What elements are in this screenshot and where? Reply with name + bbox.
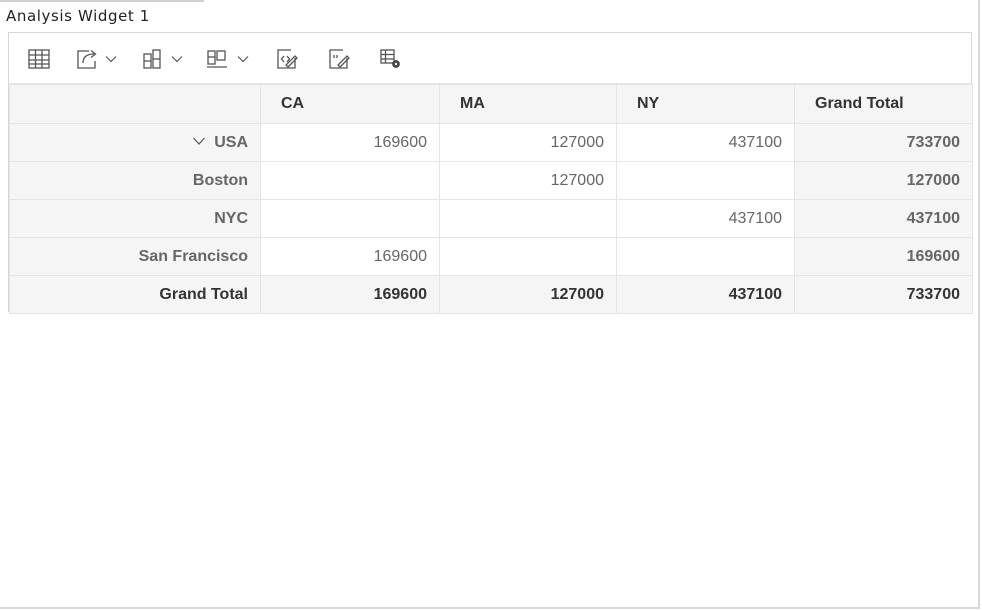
grand-total-row: Grand Total 169600 127000 437100 733700	[9, 275, 973, 314]
value-cell[interactable]	[616, 161, 795, 200]
value-cell[interactable]: 169600	[260, 123, 440, 162]
column-chart-button[interactable]	[141, 46, 183, 72]
row-header-usa[interactable]: USA	[9, 123, 261, 162]
field-list-button[interactable]	[379, 46, 403, 72]
pivot-grid: CA MA NY Grand Total USA 169600 127000 4…	[9, 84, 973, 314]
row-header[interactable]: San Francisco	[9, 237, 261, 276]
value-cell[interactable]: 169600	[260, 237, 440, 276]
bar-chart-icon	[205, 48, 229, 70]
column-header[interactable]: NY	[616, 84, 795, 124]
grand-total-cell[interactable]: 733700	[794, 275, 973, 314]
column-header[interactable]: CA	[260, 84, 440, 124]
value-cell[interactable]	[616, 237, 795, 276]
column-header-row: CA MA NY Grand Total	[9, 84, 973, 124]
row-total-cell[interactable]: 733700	[794, 123, 973, 162]
conditional-formatting-button[interactable]	[275, 46, 299, 72]
value-cell[interactable]	[260, 199, 440, 238]
pivot-table: CA MA NY Grand Total USA 169600 127000 4…	[8, 32, 973, 314]
row-header[interactable]: Boston	[9, 161, 261, 200]
top-accent	[0, 0, 204, 2]
value-cell[interactable]: 127000	[439, 161, 617, 200]
export-icon	[75, 48, 101, 70]
column-header[interactable]: MA	[439, 84, 617, 124]
column-header[interactable]: Grand Total	[794, 84, 973, 124]
export-button[interactable]	[75, 46, 117, 72]
grand-total-cell[interactable]: 127000	[439, 275, 617, 314]
table-row: Boston 127000 127000	[9, 161, 973, 200]
field-list-icon	[379, 48, 403, 70]
corner-cell	[9, 84, 261, 124]
widget-title: Analysis Widget 1	[6, 7, 150, 25]
row-total-cell[interactable]: 127000	[794, 161, 973, 200]
formatting-icon	[275, 48, 299, 70]
table-row: San Francisco 169600 169600	[9, 237, 973, 276]
value-cell[interactable]	[439, 199, 617, 238]
grand-total-cell[interactable]: 169600	[260, 275, 440, 314]
value-cell[interactable]	[260, 161, 440, 200]
grid-view-button[interactable]	[27, 46, 51, 72]
row-header[interactable]: NYC	[9, 199, 261, 238]
value-cell[interactable]: 127000	[439, 123, 617, 162]
chevron-down-icon	[105, 55, 117, 63]
number-format-button[interactable]	[327, 46, 351, 72]
grid-icon	[27, 48, 51, 70]
pivot-toolbar	[9, 33, 971, 84]
chevron-down-icon[interactable]	[192, 134, 206, 148]
grand-total-cell[interactable]: 437100	[616, 275, 795, 314]
table-row: NYC 437100 437100	[9, 199, 973, 238]
row-total-cell[interactable]: 437100	[794, 199, 973, 238]
value-cell[interactable]	[439, 237, 617, 276]
row-total-cell[interactable]: 169600	[794, 237, 973, 276]
bar-chart-button[interactable]	[205, 46, 249, 72]
value-cell[interactable]: 437100	[616, 123, 795, 162]
column-chart-icon	[141, 48, 165, 70]
chevron-down-icon	[237, 55, 249, 63]
value-cell[interactable]: 437100	[616, 199, 795, 238]
table-row: USA 169600 127000 437100 733700	[9, 123, 973, 162]
chevron-down-icon	[171, 55, 183, 63]
grand-total-label[interactable]: Grand Total	[9, 275, 261, 314]
number-format-icon	[327, 48, 351, 70]
